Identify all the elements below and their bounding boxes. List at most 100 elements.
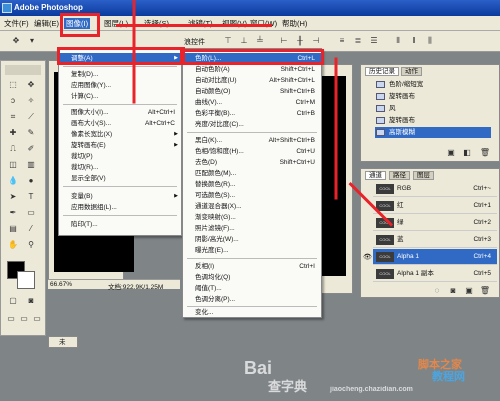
image-menu-item-canvas-size[interactable]: 画布大小(S)... Alt+Ctrl+C	[59, 118, 181, 129]
adjust-item-invert[interactable]: 反相(I) Ctrl+I	[183, 261, 321, 272]
hand-tool-icon[interactable]: ✋	[7, 239, 19, 251]
tab-layers[interactable]: 图层	[413, 171, 434, 180]
align-top-icon[interactable]: ⊤	[222, 35, 234, 47]
distribute-left-icon[interactable]: ⫴	[392, 35, 404, 47]
history-brush-icon[interactable]: ✐	[25, 143, 37, 155]
adjust-item-exposure[interactable]: 曝光度(E)...	[183, 245, 321, 256]
adjust-item-posterize[interactable]: 色调分离(P)...	[183, 294, 321, 305]
history-item[interactable]: 色阶/缩短宽	[375, 79, 491, 90]
history-item[interactable]: 旋转画布	[375, 115, 491, 126]
screen-mode-1-icon[interactable]: ▭	[5, 313, 17, 325]
adjust-item-black-white[interactable]: 黑白(K)... Alt+Shift+Ctrl+B	[183, 135, 321, 146]
adjust-item-selective-color[interactable]: 可选颜色(S)...	[183, 190, 321, 201]
distribute-center-icon[interactable]: ‖	[408, 35, 420, 47]
image-menu-item-rotate-canvas[interactable]: 旋转画布(E) ▶	[59, 140, 181, 151]
blur-tool-icon[interactable]: 💧	[7, 175, 19, 187]
menu-edit[interactable]: 编辑(E)	[34, 18, 59, 29]
tab-channels[interactable]: 通道	[365, 171, 386, 180]
distribute-bottom-icon[interactable]: ☰	[368, 35, 380, 47]
image-menu-item-variables[interactable]: 变量(B) ▶	[59, 191, 181, 202]
zoom-level[interactable]: 66.67%	[50, 281, 72, 288]
menu-help[interactable]: 帮助(H)	[282, 18, 307, 29]
healing-brush-icon[interactable]: ✚	[7, 127, 19, 139]
pen-tool-icon[interactable]: ✒	[7, 207, 19, 219]
tab-paths[interactable]: 路径	[389, 171, 410, 180]
adjust-item-auto-color[interactable]: 自动颜色(O) Shift+Ctrl+B	[183, 86, 321, 97]
distribute-middle-icon[interactable]: ≣	[352, 35, 364, 47]
image-menu-item-apply-image[interactable]: 应用图像(Y)...	[59, 80, 181, 91]
distribute-right-icon[interactable]: ⫼	[424, 35, 436, 47]
channel-row[interactable]: COOL Alpha 1 副本 Ctrl+5	[373, 266, 497, 282]
adjust-item-threshold[interactable]: 阈值(T)...	[183, 283, 321, 294]
chevron-down-icon[interactable]: ▾	[26, 35, 38, 47]
adjust-item-replace-color[interactable]: 替换颜色(R)...	[183, 179, 321, 190]
history-item-selected[interactable]: 高斯模糊	[375, 127, 491, 138]
clone-stamp-icon[interactable]: ⎍	[7, 143, 19, 155]
new-document-icon[interactable]: ▣	[445, 147, 457, 159]
align-right-icon[interactable]: ⊣	[310, 35, 322, 47]
new-channel-icon[interactable]: ▣	[463, 285, 475, 297]
distribute-top-icon[interactable]: ≡	[336, 35, 348, 47]
move-tool-icon[interactable]: ✥	[25, 79, 37, 91]
notes-tool-icon[interactable]: ▤	[7, 223, 19, 235]
channel-row[interactable]: COOL 蓝 Ctrl+3	[373, 232, 497, 248]
lasso-tool-icon[interactable]: ↄ	[7, 95, 19, 107]
tab-history[interactable]: 历史记录	[365, 67, 399, 76]
eraser-tool-icon[interactable]: ◫	[7, 159, 19, 171]
align-left-icon[interactable]: ⊢	[278, 35, 290, 47]
image-menu-item-calculations[interactable]: 计算(C)...	[59, 91, 181, 102]
minimized-document-tab[interactable]: 未	[48, 336, 78, 348]
channel-row[interactable]: COOL 红 Ctrl+1	[373, 198, 497, 214]
move-tool-icon[interactable]: ✥	[10, 35, 22, 47]
adjust-item-channel-mixer[interactable]: 通道混合器(X)...	[183, 201, 321, 212]
image-menu-item-trim[interactable]: 裁切(R)...	[59, 162, 181, 173]
adjust-item-match-color[interactable]: 匹配颜色(M)...	[183, 168, 321, 179]
image-menu-item-apply-data-set[interactable]: 应用数据组(L)...	[59, 202, 181, 213]
trash-icon[interactable]: 🗑	[479, 147, 491, 159]
load-selection-icon[interactable]: ◌	[431, 285, 443, 297]
path-select-icon[interactable]: ➤	[7, 191, 19, 203]
background-color-swatch[interactable]	[17, 271, 35, 289]
tab-actions[interactable]: 动作	[401, 67, 422, 76]
eyedropper-icon[interactable]: ⁄	[25, 223, 37, 235]
adjust-item-auto-levels[interactable]: 自动色阶(A) Shift+Ctrl+L	[183, 64, 321, 75]
image-menu-item-reveal-all[interactable]: 显示全部(V)	[59, 173, 181, 184]
align-bottom-icon[interactable]: ╧	[254, 35, 266, 47]
history-item[interactable]: 风	[375, 103, 491, 114]
gradient-tool-icon[interactable]: ▥	[25, 159, 37, 171]
shape-tool-icon[interactable]: ▭	[25, 207, 37, 219]
channel-row-selected[interactable]: COOL Alpha 1 Ctrl+4	[373, 249, 497, 265]
screen-mode-2-icon[interactable]: ▭	[18, 313, 30, 325]
image-menu-item-image-size[interactable]: 图像大小(I)... Alt+Ctrl+I	[59, 107, 181, 118]
channel-row[interactable]: COOL RGB Ctrl+~	[373, 181, 497, 197]
brush-tool-icon[interactable]: ✎	[25, 127, 37, 139]
quickmask-mode-icon[interactable]: ◙	[25, 295, 37, 307]
marquee-tool-icon[interactable]: ⬚	[7, 79, 19, 91]
dodge-tool-icon[interactable]: ●	[25, 175, 37, 187]
eye-icon[interactable]: 👁	[363, 253, 372, 261]
adjust-item-variations[interactable]: 变化...	[183, 307, 321, 318]
magic-wand-icon[interactable]: ✧	[25, 95, 37, 107]
adjust-item-brightness-contrast[interactable]: 亮度/对比度(C)...	[183, 119, 321, 130]
adjust-item-shadow-highlight[interactable]: 阴影/高光(W)...	[183, 234, 321, 245]
adjust-item-auto-contrast[interactable]: 自动对比度(U) Alt+Shift+Ctrl+L	[183, 75, 321, 86]
menu-file[interactable]: 文件(F)	[4, 18, 29, 29]
adjust-item-curves[interactable]: 曲线(V)... Ctrl+M	[183, 97, 321, 108]
trash-icon[interactable]: 🗑	[479, 285, 491, 297]
standard-mode-icon[interactable]: ▢	[7, 295, 19, 307]
image-menu-item-duplicate[interactable]: 复制(D)...	[59, 69, 181, 80]
align-center-icon[interactable]: ╫	[294, 35, 306, 47]
type-tool-icon[interactable]: T	[25, 191, 37, 203]
align-middle-icon[interactable]: ⊥	[238, 35, 250, 47]
adjust-item-hue-saturation[interactable]: 色相/饱和度(H)... Ctrl+U	[183, 146, 321, 157]
adjust-item-photo-filter[interactable]: 照片滤镜(F)...	[183, 223, 321, 234]
history-item[interactable]: 旋转画布	[375, 91, 491, 102]
image-menu-item-trap[interactable]: 陷印(T)...	[59, 219, 181, 230]
image-menu-item-pixel-aspect[interactable]: 像素长宽比(X) ▶	[59, 129, 181, 140]
adjust-item-gradient-map[interactable]: 渐变映射(G)...	[183, 212, 321, 223]
slice-tool-icon[interactable]: ⟋	[25, 111, 37, 123]
zoom-tool-icon[interactable]: ⚲	[25, 239, 37, 251]
adjust-item-color-balance[interactable]: 色彩平衡(B)... Ctrl+B	[183, 108, 321, 119]
save-selection-icon[interactable]: ◙	[447, 285, 459, 297]
adjust-item-equalize[interactable]: 色调均化(Q)	[183, 272, 321, 283]
